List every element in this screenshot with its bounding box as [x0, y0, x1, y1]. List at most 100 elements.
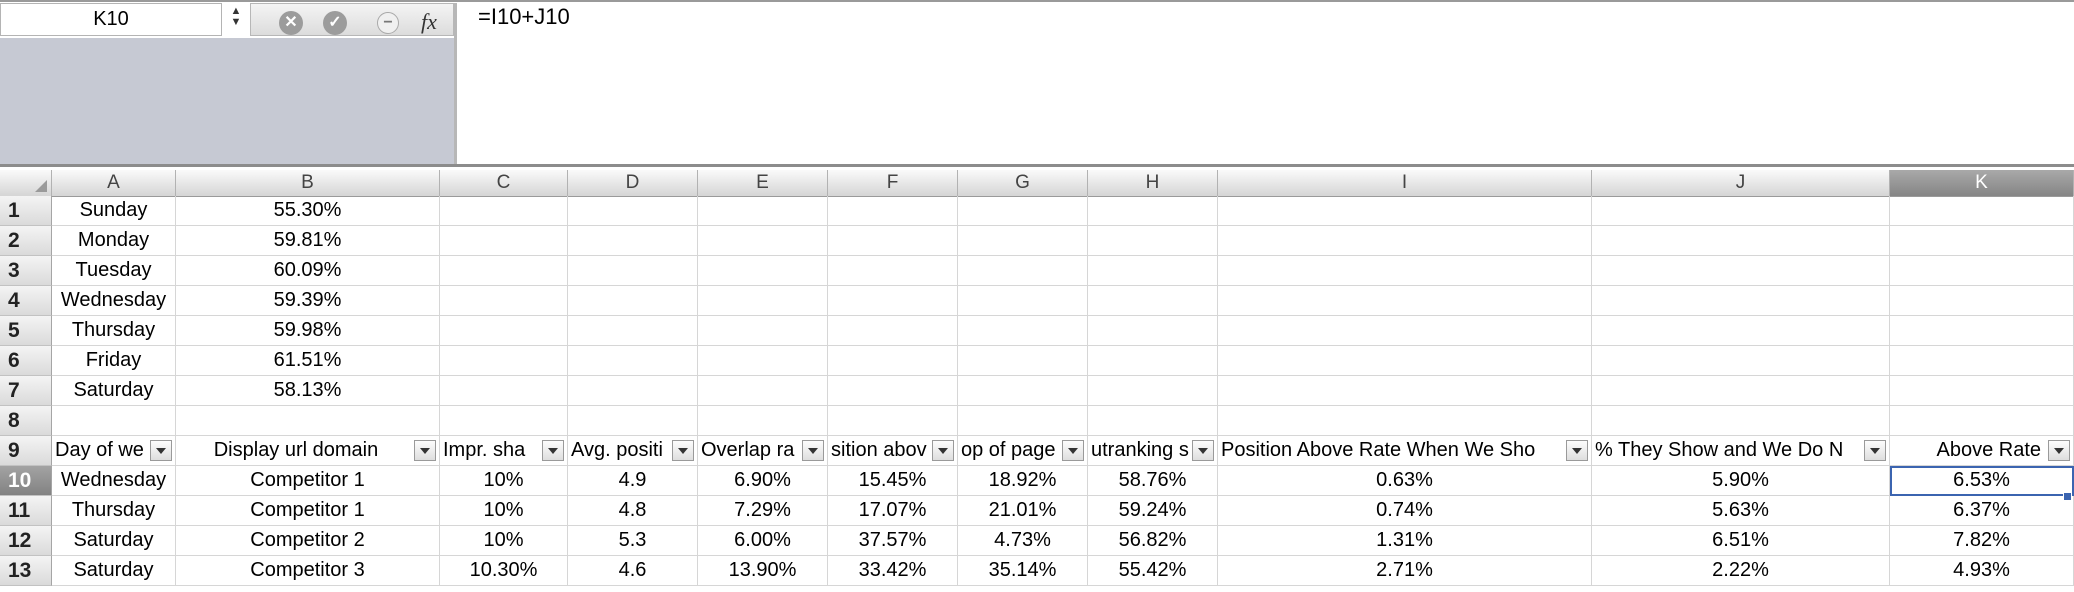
cell-d13[interactable]: 4.6 [568, 556, 698, 586]
row-header-4[interactable]: 4 [0, 286, 52, 316]
cell-d12[interactable]: 5.3 [568, 526, 698, 556]
column-header-h[interactable]: H [1088, 170, 1218, 196]
cell-e12[interactable]: 6.00% [698, 526, 828, 556]
cell-i13[interactable]: 2.71% [1218, 556, 1592, 586]
cell-g1[interactable] [958, 196, 1088, 226]
cell-d2[interactable] [568, 226, 698, 256]
cell-i12[interactable]: 1.31% [1218, 526, 1592, 556]
cell-c12[interactable]: 10% [440, 526, 568, 556]
cell-h7[interactable] [1088, 376, 1218, 406]
cell-e9[interactable]: Overlap ra [698, 436, 828, 466]
cell-h9[interactable]: utranking s [1088, 436, 1218, 466]
filter-dropdown-icon[interactable] [932, 440, 954, 461]
cell-f2[interactable] [828, 226, 958, 256]
cell-h5[interactable] [1088, 316, 1218, 346]
cell-h12[interactable]: 56.82% [1088, 526, 1218, 556]
cell-a1[interactable]: Sunday [52, 196, 176, 226]
cell-e7[interactable] [698, 376, 828, 406]
cell-a6[interactable]: Friday [52, 346, 176, 376]
cell-d10[interactable]: 4.9 [568, 466, 698, 496]
cell-e6[interactable] [698, 346, 828, 376]
filter-dropdown-icon[interactable] [672, 440, 694, 461]
cell-e5[interactable] [698, 316, 828, 346]
cell-f4[interactable] [828, 286, 958, 316]
cell-k9[interactable]: Above Rate [1890, 436, 2074, 466]
cell-b3[interactable]: 60.09% [176, 256, 440, 286]
cell-j6[interactable] [1592, 346, 1890, 376]
row-header-6[interactable]: 6 [0, 346, 52, 376]
cell-h1[interactable] [1088, 196, 1218, 226]
formula-bar-separator[interactable] [454, 3, 457, 165]
cell-i7[interactable] [1218, 376, 1592, 406]
cell-i4[interactable] [1218, 286, 1592, 316]
cell-b12[interactable]: Competitor 2 [176, 526, 440, 556]
fill-handle[interactable] [2063, 492, 2072, 501]
cell-h10[interactable]: 58.76% [1088, 466, 1218, 496]
cell-c6[interactable] [440, 346, 568, 376]
cell-e11[interactable]: 7.29% [698, 496, 828, 526]
cell-k11[interactable]: 6.37% [1890, 496, 2074, 526]
formula-input[interactable]: =I10+J10 [478, 4, 570, 30]
cell-b9[interactable]: Display url domain [176, 436, 440, 466]
column-header-i[interactable]: I [1218, 170, 1592, 196]
cell-k13[interactable]: 4.93% [1890, 556, 2074, 586]
stepper-icon[interactable]: ▲ ▼ [228, 6, 244, 32]
filter-dropdown-icon[interactable] [542, 440, 564, 461]
cell-b2[interactable]: 59.81% [176, 226, 440, 256]
cell-j3[interactable] [1592, 256, 1890, 286]
filter-dropdown-icon[interactable] [1062, 440, 1084, 461]
cancel-icon[interactable]: ✕ [279, 11, 303, 35]
cell-b4[interactable]: 59.39% [176, 286, 440, 316]
cell-d7[interactable] [568, 376, 698, 406]
cell-d3[interactable] [568, 256, 698, 286]
row-header-1[interactable]: 1 [0, 196, 52, 226]
filter-dropdown-icon[interactable] [2048, 440, 2070, 461]
column-header-e[interactable]: E [698, 170, 828, 196]
cell-j7[interactable] [1592, 376, 1890, 406]
cell-f13[interactable]: 33.42% [828, 556, 958, 586]
cell-f5[interactable] [828, 316, 958, 346]
cell-i3[interactable] [1218, 256, 1592, 286]
cell-d8[interactable] [568, 406, 698, 436]
fx-icon[interactable]: fx [421, 9, 437, 35]
cell-i8[interactable] [1218, 406, 1592, 436]
cell-j5[interactable] [1592, 316, 1890, 346]
cell-i2[interactable] [1218, 226, 1592, 256]
cell-a8[interactable] [52, 406, 176, 436]
cell-d4[interactable] [568, 286, 698, 316]
cell-j2[interactable] [1592, 226, 1890, 256]
enter-check-icon[interactable]: ✓ [323, 11, 347, 35]
cell-b5[interactable]: 59.98% [176, 316, 440, 346]
cell-j8[interactable] [1592, 406, 1890, 436]
cell-c11[interactable]: 10% [440, 496, 568, 526]
cell-c2[interactable] [440, 226, 568, 256]
cell-j10[interactable]: 5.90% [1592, 466, 1890, 496]
cell-j1[interactable] [1592, 196, 1890, 226]
cell-e3[interactable] [698, 256, 828, 286]
cell-b11[interactable]: Competitor 1 [176, 496, 440, 526]
cell-k8[interactable] [1890, 406, 2074, 436]
cell-j9[interactable]: % They Show and We Do N [1592, 436, 1890, 466]
column-header-g[interactable]: G [958, 170, 1088, 196]
cell-c5[interactable] [440, 316, 568, 346]
cell-f1[interactable] [828, 196, 958, 226]
cell-a11[interactable]: Thursday [52, 496, 176, 526]
cell-e8[interactable] [698, 406, 828, 436]
cell-a13[interactable]: Saturday [52, 556, 176, 586]
cell-h2[interactable] [1088, 226, 1218, 256]
cell-g10[interactable]: 18.92% [958, 466, 1088, 496]
column-header-b[interactable]: B [176, 170, 440, 196]
cell-c13[interactable]: 10.30% [440, 556, 568, 586]
cell-b6[interactable]: 61.51% [176, 346, 440, 376]
row-header-2[interactable]: 2 [0, 226, 52, 256]
row-header-13[interactable]: 13 [0, 556, 52, 586]
cell-g4[interactable] [958, 286, 1088, 316]
cell-j4[interactable] [1592, 286, 1890, 316]
cell-e2[interactable] [698, 226, 828, 256]
filter-dropdown-icon[interactable] [414, 440, 436, 461]
cell-i5[interactable] [1218, 316, 1592, 346]
cell-i11[interactable]: 0.74% [1218, 496, 1592, 526]
filter-dropdown-icon[interactable] [1192, 440, 1214, 461]
cell-i1[interactable] [1218, 196, 1592, 226]
column-header-c[interactable]: C [440, 170, 568, 196]
